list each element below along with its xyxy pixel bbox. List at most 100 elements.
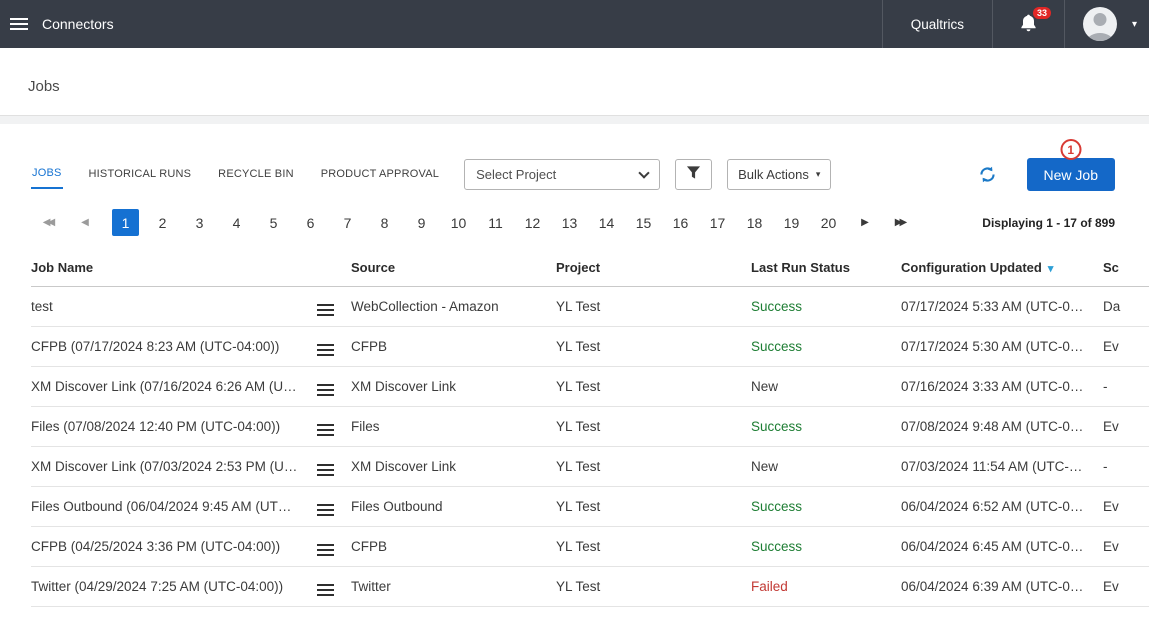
column-header-schedule[interactable]: Sc (1103, 260, 1149, 287)
column-header-project[interactable]: Project (556, 260, 751, 287)
source-cell: CFPB (351, 527, 556, 567)
page-button-6[interactable]: 6 (297, 209, 324, 236)
menu-icon[interactable] (0, 0, 38, 48)
status-cell: Success (751, 487, 901, 527)
chevron-down-icon (638, 167, 649, 178)
updated-cell: 06/04/2024 6:39 AM (UTC-0… (901, 567, 1103, 607)
column-header-last-run-status[interactable]: Last Run Status (751, 260, 901, 287)
table-row: test WebCollection - Amazon YL Test Succ… (31, 287, 1149, 327)
tab-jobs[interactable]: JOBS (31, 160, 63, 189)
column-header-job-name[interactable]: Job Name (31, 260, 315, 287)
row-menu-icon[interactable] (315, 341, 336, 359)
page-button-18[interactable]: 18 (741, 209, 768, 236)
updated-cell: 07/16/2024 3:33 AM (UTC-0… (901, 367, 1103, 407)
page-button-13[interactable]: 13 (556, 209, 583, 236)
annotation-marker-1: 1 (1060, 139, 1081, 160)
page-button-9[interactable]: 9 (408, 209, 435, 236)
chevron-down-icon: ▾ (1132, 19, 1137, 30)
table-row: Twitter (04/29/2024 7:25 AM (UTC-04:00))… (31, 567, 1149, 607)
project-cell: YL Test (556, 287, 751, 327)
avatar (1083, 7, 1117, 41)
column-header-configuration-updated[interactable]: Configuration Updated ▾ (901, 260, 1103, 287)
status-cell: New (751, 367, 901, 407)
source-cell: Files (351, 407, 556, 447)
row-menu-icon[interactable] (315, 381, 336, 399)
schedule-cell: Ev (1103, 527, 1149, 567)
last-page-button[interactable]: ▶▶ (883, 209, 919, 236)
page-button-17[interactable]: 17 (704, 209, 731, 236)
row-menu-icon[interactable] (315, 541, 336, 559)
filter-button[interactable] (675, 159, 712, 190)
sort-caret-icon: ▾ (1048, 263, 1054, 275)
tab-product-approval[interactable]: PRODUCT APPROVAL (320, 161, 440, 188)
job-name-cell: XM Discover Link (07/03/2024 2:53 PM (U… (31, 447, 315, 487)
prev-page-button[interactable]: ◀ (67, 209, 103, 236)
project-select[interactable]: Select Project (464, 159, 660, 190)
divider-band (0, 116, 1149, 124)
row-menu-cell (315, 327, 351, 367)
schedule-cell: Da (1103, 287, 1149, 327)
page-button-16[interactable]: 16 (667, 209, 694, 236)
page-button-14[interactable]: 14 (593, 209, 620, 236)
page-button-20[interactable]: 20 (815, 209, 842, 236)
new-job-button[interactable]: New Job (1027, 158, 1115, 191)
table-row: XM Discover Link (07/16/2024 6:26 AM (U…… (31, 367, 1149, 407)
row-menu-icon[interactable] (315, 581, 336, 599)
tab-recycle-bin[interactable]: RECYCLE BIN (217, 161, 295, 188)
table-row: Files Outbound (06/04/2024 9:45 AM (UT… … (31, 487, 1149, 527)
page-button-1[interactable]: 1 (112, 209, 139, 236)
row-menu-icon[interactable] (315, 301, 336, 319)
job-name-cell: CFPB (07/17/2024 8:23 AM (UTC-04:00)) (31, 327, 315, 367)
project-cell: YL Test (556, 487, 751, 527)
page-title: Jobs (28, 78, 1149, 95)
status-cell: New (751, 447, 901, 487)
page-header: Jobs (0, 48, 1149, 116)
updated-cell: 06/04/2024 6:45 AM (UTC-0… (901, 527, 1103, 567)
refresh-button[interactable] (978, 165, 998, 185)
page-button-4[interactable]: 4 (223, 209, 250, 236)
caret-down-icon: ▾ (816, 169, 821, 180)
pagination-summary: Displaying 1 - 17 of 899 (982, 216, 1115, 230)
status-cell: Success (751, 287, 901, 327)
page-button-8[interactable]: 8 (371, 209, 398, 236)
page-button-5[interactable]: 5 (260, 209, 287, 236)
schedule-cell: - (1103, 367, 1149, 407)
job-name-cell: Files Outbound (06/04/2024 9:45 AM (UT… (31, 487, 315, 527)
status-cell: Failed (751, 567, 901, 607)
source-cell: Files Outbound (351, 487, 556, 527)
jobs-table: Job Name Source Project Last Run Status … (31, 260, 1149, 607)
brand-label: Qualtrics (882, 0, 992, 48)
page-button-7[interactable]: 7 (334, 209, 361, 236)
page-button-3[interactable]: 3 (186, 209, 213, 236)
tab-historical-runs[interactable]: HISTORICAL RUNS (88, 161, 193, 188)
configuration-updated-label: Configuration Updated (901, 260, 1042, 275)
page-button-15[interactable]: 15 (630, 209, 657, 236)
first-page-button[interactable]: ◀◀ (31, 209, 67, 236)
job-name-cell: Files (07/08/2024 12:40 PM (UTC-04:00)) (31, 407, 315, 447)
project-cell: YL Test (556, 567, 751, 607)
bulk-actions-button[interactable]: Bulk Actions ▾ (727, 159, 831, 190)
page-button-2[interactable]: 2 (149, 209, 176, 236)
job-name-cell: test (31, 287, 315, 327)
schedule-cell: - (1103, 447, 1149, 487)
row-menu-icon[interactable] (315, 501, 336, 519)
account-menu[interactable]: ▾ (1064, 0, 1149, 48)
schedule-cell: Ev (1103, 327, 1149, 367)
pagination-pages: 1234567891011121314151617181920 (107, 209, 847, 236)
row-menu-icon[interactable] (315, 421, 336, 439)
page-button-10[interactable]: 10 (445, 209, 472, 236)
notifications-button[interactable]: 33 (992, 0, 1064, 48)
page-button-12[interactable]: 12 (519, 209, 546, 236)
column-header-source[interactable]: Source (351, 260, 556, 287)
funnel-icon (686, 165, 701, 185)
jobs-table-body: test WebCollection - Amazon YL Test Succ… (31, 287, 1149, 607)
next-page-button[interactable]: ▶ (847, 209, 883, 236)
row-menu-cell (315, 287, 351, 327)
page-button-19[interactable]: 19 (778, 209, 805, 236)
row-menu-icon[interactable] (315, 461, 336, 479)
page-button-11[interactable]: 11 (482, 209, 509, 236)
notification-count-badge: 33 (1033, 7, 1051, 19)
source-cell: XM Discover Link (351, 447, 556, 487)
row-menu-cell (315, 407, 351, 447)
schedule-cell: Ev (1103, 487, 1149, 527)
